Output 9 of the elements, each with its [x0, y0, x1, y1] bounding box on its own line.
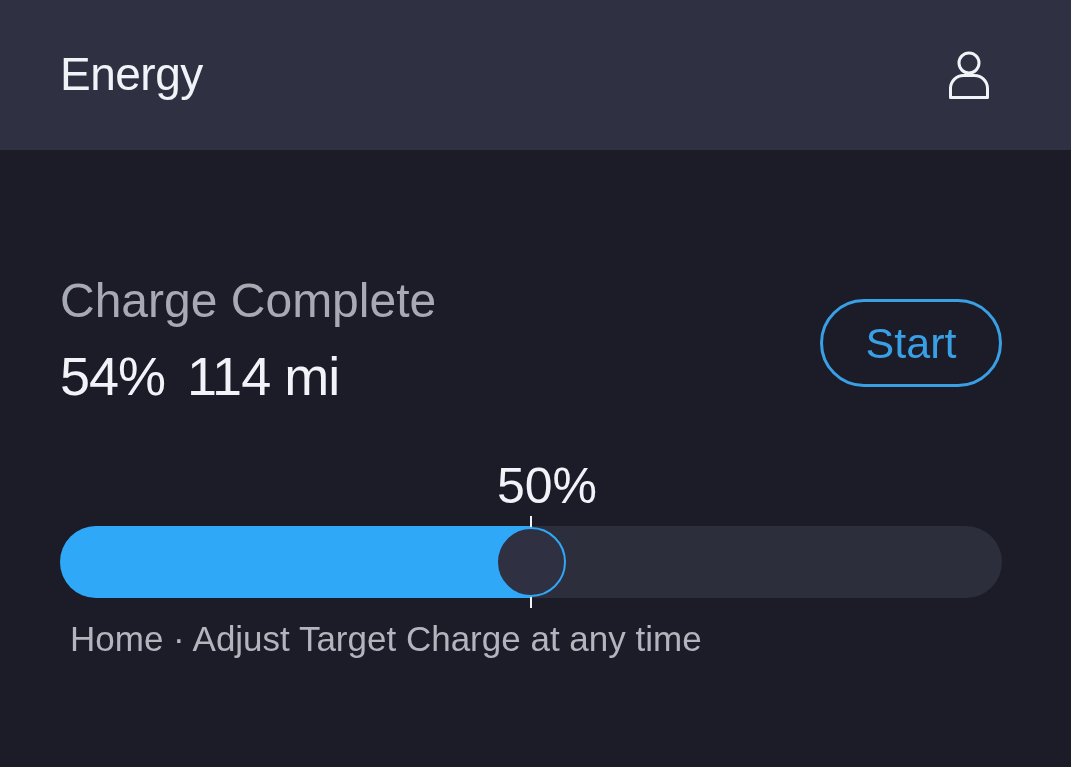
battery-percent: 54% [60, 344, 166, 408]
charge-status: Charge Complete [60, 273, 437, 329]
range-value: 114 mi [187, 344, 340, 408]
slider-thumb[interactable] [495, 516, 567, 609]
start-button[interactable]: Start [820, 299, 1002, 388]
target-note: Home · Adjust Target Charge at any time [70, 618, 703, 661]
page-title: Energy [60, 47, 203, 103]
target-label: 50% [496, 457, 598, 517]
profile-icon[interactable] [948, 51, 990, 99]
